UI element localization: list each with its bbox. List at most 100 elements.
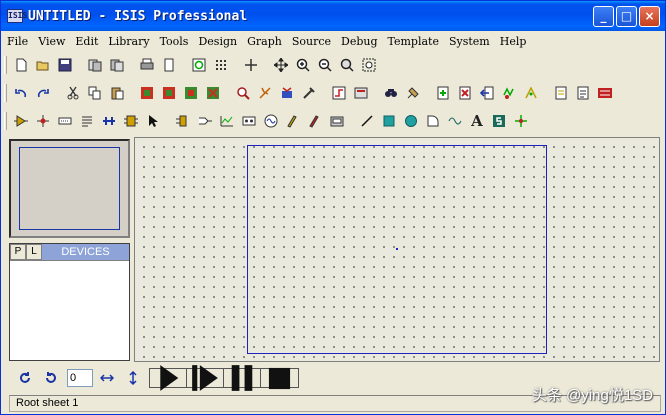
- new-file-icon[interactable]: [11, 55, 31, 75]
- menu-system[interactable]: System: [449, 35, 490, 48]
- editing-canvas[interactable]: [134, 137, 660, 362]
- decompose-icon[interactable]: [299, 83, 319, 103]
- menu-edit[interactable]: Edit: [75, 35, 98, 48]
- grid-icon[interactable]: [211, 55, 231, 75]
- toolbar-grip[interactable]: [4, 84, 7, 102]
- component-icon[interactable]: [11, 111, 31, 131]
- block-copy-icon[interactable]: [137, 83, 157, 103]
- search-tag-icon[interactable]: [381, 83, 401, 103]
- origin-icon[interactable]: [241, 55, 261, 75]
- marker-icon[interactable]: [511, 111, 531, 131]
- pick-devices-button[interactable]: P: [10, 244, 26, 260]
- arc-icon[interactable]: [423, 111, 443, 131]
- menu-graph[interactable]: Graph: [247, 35, 282, 48]
- menu-help[interactable]: Help: [500, 35, 527, 48]
- rotate-clockwise-icon[interactable]: [15, 368, 35, 388]
- tape-icon[interactable]: [239, 111, 259, 131]
- zoom-area-icon[interactable]: [359, 55, 379, 75]
- isis-app-icon[interactable]: ISIS: [7, 9, 27, 23]
- pause-icon: [231, 365, 253, 391]
- toolbar-grip[interactable]: [4, 112, 7, 130]
- close-button[interactable]: ×: [639, 6, 660, 27]
- menu-file[interactable]: File: [7, 35, 28, 48]
- open-folder-icon[interactable]: [33, 55, 53, 75]
- mirror-vertical-icon[interactable]: [123, 368, 143, 388]
- virtual-instruments-icon[interactable]: [327, 111, 347, 131]
- new-sheet-icon[interactable]: [433, 83, 453, 103]
- stop-icon: [268, 367, 291, 389]
- bom-icon[interactable]: [499, 83, 519, 103]
- select-icon[interactable]: [143, 111, 163, 131]
- wire-label-icon[interactable]: [55, 111, 75, 131]
- make-device-icon[interactable]: [255, 83, 275, 103]
- voltage-probe-icon[interactable]: [283, 111, 303, 131]
- title-bar[interactable]: ISIS UNTITLED - ISIS Professional _ □ ×: [1, 1, 665, 31]
- text-icon[interactable]: A: [467, 111, 487, 131]
- library-manager-button[interactable]: L: [26, 244, 42, 260]
- block-delete-icon[interactable]: [203, 83, 223, 103]
- cut-icon[interactable]: [63, 83, 83, 103]
- symbol-icon[interactable]: [489, 111, 509, 131]
- box-icon[interactable]: [379, 111, 399, 131]
- step-button[interactable]: [187, 365, 224, 391]
- pan-icon[interactable]: [271, 55, 291, 75]
- zoom-in-icon[interactable]: [293, 55, 313, 75]
- property-tool-icon[interactable]: [351, 83, 371, 103]
- menu-template[interactable]: Template: [388, 35, 439, 48]
- mirror-horizontal-icon[interactable]: [97, 368, 117, 388]
- undo-icon[interactable]: [11, 83, 31, 103]
- path-icon[interactable]: [445, 111, 465, 131]
- circle-icon[interactable]: [401, 111, 421, 131]
- remove-sheet-icon[interactable]: [455, 83, 475, 103]
- pause-button[interactable]: [224, 365, 261, 391]
- text-script-icon[interactable]: [77, 111, 97, 131]
- device-pins-icon[interactable]: [195, 111, 215, 131]
- import-icon[interactable]: [85, 55, 105, 75]
- menu-tools[interactable]: Tools: [160, 35, 189, 48]
- current-probe-icon[interactable]: [305, 111, 325, 131]
- menu-source[interactable]: Source: [292, 35, 331, 48]
- block-rotate-icon[interactable]: [181, 83, 201, 103]
- print-icon[interactable]: [137, 55, 157, 75]
- electrical-rules-icon[interactable]: [521, 83, 541, 103]
- zoom-out-icon[interactable]: [315, 55, 335, 75]
- redraw-icon[interactable]: [189, 55, 209, 75]
- minimize-button[interactable]: _: [593, 6, 614, 27]
- rotation-angle-field[interactable]: 0: [67, 369, 93, 387]
- ares-icon[interactable]: [595, 83, 615, 103]
- terminals-icon[interactable]: [173, 111, 193, 131]
- paste-icon[interactable]: [107, 83, 127, 103]
- property-assign-icon[interactable]: [403, 83, 423, 103]
- toolbar-grip[interactable]: [4, 56, 7, 74]
- stop-button[interactable]: [261, 367, 298, 389]
- subcircuit-icon[interactable]: [121, 111, 141, 131]
- wire-autorouter-icon[interactable]: [329, 83, 349, 103]
- generator-icon[interactable]: [261, 111, 281, 131]
- exit-parent-icon[interactable]: [477, 83, 497, 103]
- origin-marker: [396, 248, 398, 250]
- netlist-transfer-icon[interactable]: [573, 83, 593, 103]
- object-selector: P L DEVICES: [9, 243, 130, 361]
- menu-design[interactable]: Design: [198, 35, 237, 48]
- block-move-icon[interactable]: [159, 83, 179, 103]
- menu-debug[interactable]: Debug: [341, 35, 378, 48]
- export-icon[interactable]: [107, 55, 127, 75]
- line-icon[interactable]: [357, 111, 377, 131]
- netlist-icon[interactable]: [551, 83, 571, 103]
- zoom-all-icon[interactable]: [337, 55, 357, 75]
- rotate-anticlockwise-icon[interactable]: [41, 368, 61, 388]
- packaging-icon[interactable]: [277, 83, 297, 103]
- pick-device-icon[interactable]: [233, 83, 253, 103]
- print-preview-icon[interactable]: [159, 55, 179, 75]
- copy-icon[interactable]: [85, 83, 105, 103]
- bus-icon[interactable]: [99, 111, 119, 131]
- menu-view[interactable]: View: [38, 35, 65, 48]
- redo-icon[interactable]: [33, 83, 53, 103]
- save-icon[interactable]: [55, 55, 75, 75]
- maximize-button[interactable]: □: [616, 6, 637, 27]
- overview-window[interactable]: [9, 139, 130, 238]
- graph-icon[interactable]: [217, 111, 237, 131]
- junction-dot-icon[interactable]: [33, 111, 53, 131]
- menu-library[interactable]: Library: [108, 35, 149, 48]
- play-button[interactable]: [150, 365, 187, 391]
